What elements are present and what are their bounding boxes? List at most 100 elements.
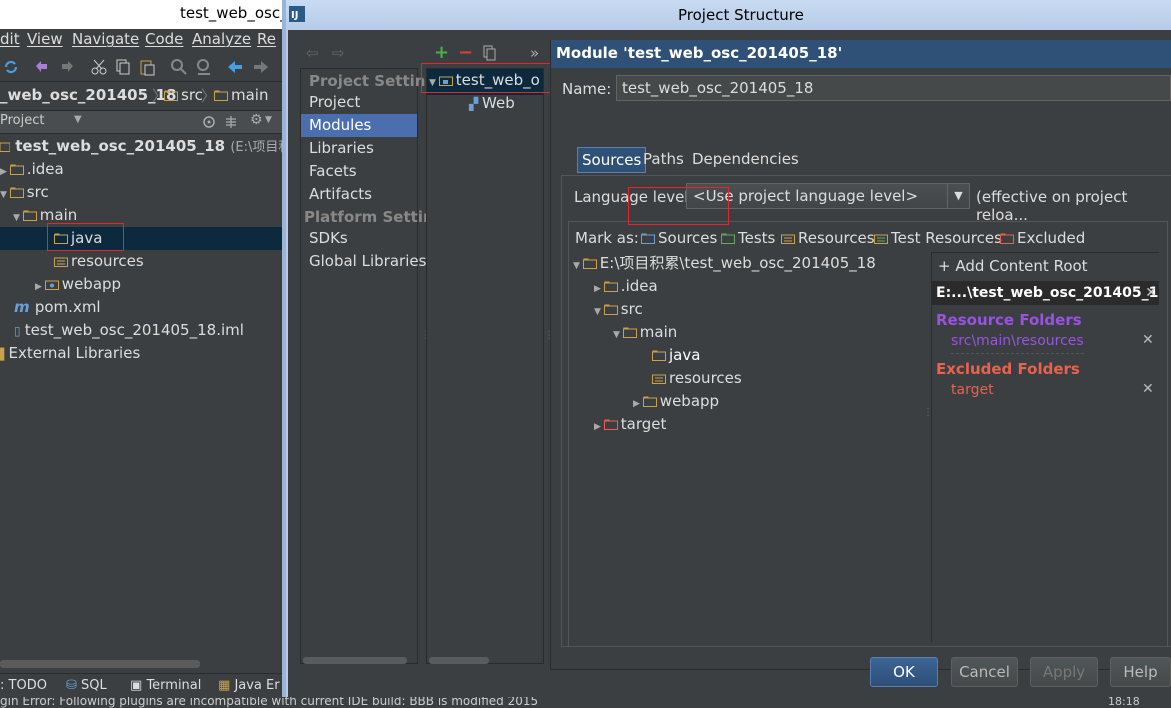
tree-item-external-libraries[interactable]: ▌External Libraries: [0, 342, 140, 365]
tree-item-java-selected[interactable]: java: [0, 227, 290, 250]
project-structure-dialog: IJ Project Structure ⇦ ⇨ Project Setting…: [282, 0, 1171, 697]
menu-refactor[interactable]: Re: [257, 30, 276, 48]
tab-dependencies[interactable]: Dependencies: [688, 147, 803, 173]
tool-window-sql[interactable]: ⛁ SQL: [66, 678, 107, 693]
sources-tab-panel: Language level: <Use project language le…: [561, 175, 1171, 647]
close-icon[interactable]: ✕: [1142, 381, 1154, 397]
chevron-down-icon[interactable]: ▼: [613, 330, 623, 340]
tool-window-java-ee[interactable]: ▦ Java Er: [218, 678, 280, 693]
mark-as-resources-button[interactable]: Resources: [781, 229, 875, 247]
chevron-right-icon[interactable]: ▶: [594, 284, 604, 294]
back-icon[interactable]: [226, 58, 244, 76]
paste-icon[interactable]: [138, 58, 156, 76]
chevron-right-icon[interactable]: ▶: [0, 167, 10, 177]
tree-item-pom[interactable]: m pom.xml: [14, 296, 101, 319]
close-icon[interactable]: ✕: [1142, 332, 1154, 348]
module-tabs: Sources Paths Dependencies: [577, 147, 802, 175]
scroll-from-source-icon[interactable]: [202, 115, 216, 129]
tab-sources[interactable]: Sources: [577, 147, 647, 173]
menu-edit[interactable]: dit: [0, 30, 20, 48]
tool-window-label: TODO: [8, 678, 47, 693]
excluded-folders-header: Excluded Folders: [936, 360, 1080, 378]
chevron-right-icon[interactable]: ▶: [594, 422, 604, 432]
chevron-down-icon[interactable]: ▼: [13, 213, 23, 223]
undo-icon[interactable]: [33, 58, 51, 76]
modules-horizontal-scrollbar[interactable]: [429, 657, 489, 664]
menu-navigate[interactable]: Navigate: [72, 30, 139, 48]
chevron-down-icon[interactable]: ▼: [74, 114, 82, 125]
tab-paths[interactable]: Paths: [639, 147, 688, 173]
intellij-logo-icon: IJ: [289, 6, 305, 22]
collapse-all-icon[interactable]: [224, 115, 238, 129]
sidebar-horizontal-scrollbar[interactable]: [303, 657, 407, 664]
sidebar-item-modules[interactable]: Modules: [301, 114, 417, 137]
apply-button[interactable]: Apply: [1030, 657, 1098, 687]
breadcrumb-src[interactable]: src: [181, 86, 203, 104]
tree-item-root[interactable]: test_web_osc_201405_18 (E:\项目积累\: [0, 135, 309, 158]
chevron-down-icon[interactable]: ▼: [429, 78, 439, 88]
tool-window-terminal[interactable]: ▣ Terminal: [130, 678, 201, 693]
facet-item-web[interactable]: ▞ Web: [469, 92, 515, 116]
sidebar-item-project[interactable]: Project: [309, 91, 360, 114]
sync-icon[interactable]: [2, 58, 20, 76]
chevron-right-icon[interactable]: ▶: [35, 282, 45, 292]
mark-as-excluded-button[interactable]: Excluded: [1000, 229, 1085, 247]
chevron-down-icon[interactable]: ▼: [265, 115, 272, 125]
menu-view[interactable]: View: [27, 30, 63, 48]
add-module-icon[interactable]: +: [434, 42, 449, 63]
chevron-right-icon[interactable]: ▶: [633, 399, 643, 409]
breadcrumb-main[interactable]: main: [231, 86, 268, 104]
ide-window: test_web_osc_ dit View Navigate Code Ana…: [0, 0, 309, 708]
tree-item-src[interactable]: ▼ src: [0, 181, 49, 204]
test-resources-folder-icon: [874, 234, 888, 244]
dialog-title-bar: IJ Project Structure: [286, 0, 1171, 30]
mark-as-sources-button[interactable]: Sources: [641, 229, 717, 247]
tree-item-webapp[interactable]: ▶ webapp: [35, 273, 121, 296]
sidebar-item-libraries[interactable]: Libraries: [309, 137, 374, 160]
excluded-folder-item[interactable]: target: [951, 379, 994, 402]
forward-icon[interactable]: ⇨: [332, 44, 345, 62]
dir-item-resources[interactable]: resources: [652, 367, 742, 390]
chevron-down-icon[interactable]: ▼: [594, 307, 604, 317]
resource-folder-item[interactable]: src\main\resources: [951, 330, 1084, 354]
module-name-input[interactable]: test_web_osc_201405_18: [616, 75, 1171, 101]
tree-item-resources[interactable]: resources: [54, 250, 144, 273]
sidebar-item-facets[interactable]: Facets: [309, 160, 357, 183]
back-icon[interactable]: ⇦: [306, 44, 319, 62]
chevron-down-icon[interactable]: ▼: [573, 261, 583, 271]
mark-as-tests-button[interactable]: Tests: [721, 229, 775, 247]
cancel-button[interactable]: Cancel: [951, 657, 1018, 687]
ok-button[interactable]: OK: [870, 657, 938, 687]
replace-icon[interactable]: [195, 58, 213, 76]
sidebar-item-artifacts[interactable]: Artifacts: [309, 183, 372, 206]
project-tree-horizontal-scrollbar[interactable]: [0, 660, 200, 668]
mark-as-test-resources-button[interactable]: Test Resources: [874, 229, 1002, 247]
help-button[interactable]: Help: [1110, 657, 1171, 687]
menu-analyze[interactable]: Analyze: [192, 30, 251, 48]
tree-item-iml[interactable]: ▯ test_web_osc_201405_18.iml: [14, 319, 244, 342]
language-level-select[interactable]: <Use project language level> ▼: [686, 183, 970, 209]
tree-item-main[interactable]: ▼ main: [13, 204, 77, 227]
redo-icon[interactable]: [58, 58, 76, 76]
chevron-down-icon[interactable]: ▼: [947, 184, 969, 208]
close-icon[interactable]: ✕: [1145, 281, 1157, 305]
tool-window-todo[interactable]: : TODO: [0, 678, 47, 693]
sidebar-item-sdks[interactable]: SDKs: [309, 227, 348, 250]
tree-item-idea[interactable]: ▶ .idea: [0, 158, 64, 181]
cut-icon[interactable]: [90, 58, 108, 76]
menu-code[interactable]: Code: [145, 30, 183, 48]
more-actions-icon[interactable]: »: [530, 44, 539, 62]
add-content-root-button[interactable]: + Add Content Root: [938, 255, 1088, 278]
copy-icon[interactable]: [114, 58, 132, 76]
find-icon[interactable]: [170, 58, 188, 76]
project-panel-label[interactable]: Project: [0, 113, 44, 128]
forward-icon[interactable]: [252, 58, 270, 76]
copy-module-icon[interactable]: [483, 45, 497, 61]
remove-module-icon[interactable]: −: [458, 42, 473, 63]
dir-item-target[interactable]: ▶ target: [594, 413, 666, 439]
sidebar-item-global-libraries[interactable]: Global Libraries: [309, 250, 426, 273]
directory-tree: ▼ E:\项目积累\test_web_osc_201405_18 ▶ .idea…: [569, 252, 925, 647]
chevron-down-icon[interactable]: ▼: [0, 190, 10, 200]
breadcrumb-project[interactable]: _web_osc_201405_18: [0, 86, 176, 104]
gear-icon[interactable]: ⚙: [250, 112, 263, 128]
